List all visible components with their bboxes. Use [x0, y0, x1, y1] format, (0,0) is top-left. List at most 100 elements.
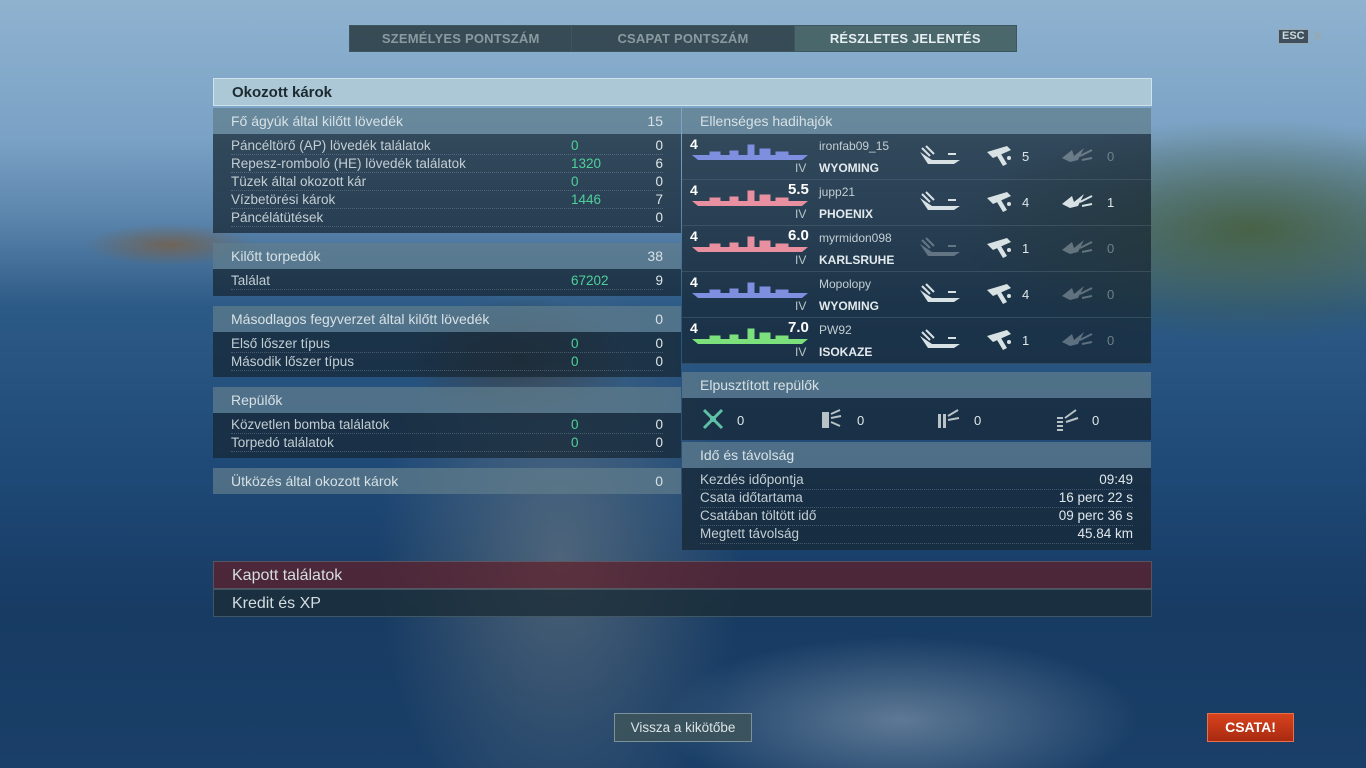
plane-count: 0	[974, 413, 982, 428]
enemy-ship-row: 4 6.0 IV myrmidon098 KARLSRUHE 1 0	[682, 226, 1151, 272]
stat-label: Első lőszer típus	[231, 336, 331, 351]
ramming-total: 0	[655, 473, 663, 489]
time-label: Megtett távolság	[700, 526, 800, 541]
stat-label: Páncéltörő (AP) lövedék találatok	[231, 138, 431, 153]
main-guns-body: Páncéltörő (AP) lövedék találatok 0 0 Repe…	[213, 134, 681, 233]
received-hits-bar[interactable]: Kapott találatok	[213, 561, 1152, 589]
ship-silhouette-icon	[692, 144, 808, 160]
aircraft-title: Repülők	[231, 392, 283, 408]
stat-damage: 1320	[571, 156, 602, 171]
ship-destroyed-count: 1	[1107, 195, 1115, 210]
stat-label: Közvetlen bomba találatok	[231, 417, 390, 432]
stat-hits: 0	[655, 435, 663, 450]
planes-destroyed-body: 0 0 0 0	[682, 398, 1151, 440]
stat-label: Tüzek által okozott kár	[231, 174, 367, 189]
enemy-ship-row: 4 IV ironfab09_15 WYOMING 5 0	[682, 134, 1151, 180]
tab-team-score[interactable]: CSAPAT PONTSZÁM	[572, 26, 795, 51]
time-distance-body: Kezdés időpontja 09:49 Csata időtartama 16…	[682, 468, 1151, 550]
plane-count: 0	[857, 413, 865, 428]
torpedo-bomber-icon	[818, 406, 844, 437]
esc-close-button[interactable]: ESC ✕	[1278, 29, 1324, 44]
battle-button[interactable]: CSATA!	[1207, 713, 1294, 742]
time-label: Kezdés időpontja	[700, 472, 804, 487]
secondary-body: Első lőszer típus 0 0 Második lőszer típus…	[213, 332, 681, 377]
player-name: ironfab09_15	[819, 139, 890, 153]
secondary-header: Másodlagos fegyverzet által kilőtt löved…	[213, 306, 681, 332]
player-name: jupp21	[819, 185, 856, 199]
time-value: 45.84 km	[1077, 526, 1133, 541]
stat-row: Torpedó találatok 0 0	[231, 434, 663, 452]
tab-detailed-report[interactable]: RÉSZLETES JELENTÉS	[794, 26, 1016, 51]
stat-damage: 0	[571, 435, 579, 450]
ship-score: 5.5	[788, 181, 809, 198]
ship-destroyed-icon	[1060, 236, 1094, 265]
time-row: Kezdés időpontja 09:49	[700, 472, 1133, 490]
enemy-ship-row: 4 5.5 IV jupp21 PHOENIX 4 1	[682, 180, 1151, 226]
stat-row: Első lőszer típus 0 0	[231, 335, 663, 353]
ship-name: KARLSRUHE	[819, 253, 895, 267]
dive-bomber-icon	[935, 406, 961, 437]
torpedo-hit-count: 4	[1022, 195, 1030, 210]
stat-label: Torpedó találatok	[231, 435, 334, 450]
enemy-ships-title: Ellenséges hadihajók	[700, 113, 833, 129]
stat-label: Vízbetörési károk	[231, 192, 336, 207]
stat-damage: 0	[571, 354, 579, 369]
close-icon: ✕	[1311, 28, 1325, 45]
damage-dealt-panel: Okozott károk	[213, 78, 1152, 106]
torpedo-hit-icon	[985, 328, 1015, 357]
torpedoes-total: 38	[647, 248, 663, 264]
secondary-total: 0	[655, 311, 663, 327]
torpedo-hit-icon	[985, 236, 1015, 265]
ship-name: ISOKAZE	[819, 345, 873, 359]
torpedo-hit-icon	[985, 190, 1015, 219]
tab-personal-score[interactable]: SZEMÉLYES PONTSZÁM	[350, 26, 573, 51]
damage-right-column: Ellenséges hadihajók 4 IV ironfab09_15 WYOM…	[682, 108, 1151, 550]
ship-tier-roman: IV	[795, 207, 807, 221]
stat-row: Vízbetörési károk 1446 7	[231, 191, 663, 209]
ship-score: 7.0	[788, 319, 809, 336]
ship-damaged-icon	[918, 236, 964, 263]
ship-tier: 4	[690, 320, 698, 336]
stat-row: Találat 67202 9	[231, 272, 663, 290]
time-distance-title: Idő és távolság	[700, 447, 795, 463]
ship-damaged-icon	[918, 190, 964, 217]
stat-label: Páncélátütések	[231, 210, 324, 225]
ship-destroyed-icon	[1060, 282, 1094, 311]
stat-damage: 0	[571, 417, 579, 432]
torpedo-hit-icon	[985, 144, 1015, 173]
ship-tier-roman: IV	[795, 299, 807, 313]
ship-tier: 4	[690, 228, 698, 244]
time-value: 16 perc 22 s	[1058, 490, 1133, 505]
ship-damaged-icon	[918, 328, 964, 355]
plane-count: 0	[737, 413, 745, 428]
ship-tier-roman: IV	[795, 345, 807, 359]
main-guns-total: 15	[647, 113, 663, 129]
ship-score: 6.0	[788, 227, 809, 244]
time-row: Csatában töltött idő 09 perc 36 s	[700, 508, 1133, 526]
enemy-ship-list: 4 IV ironfab09_15 WYOMING 5 0 4 5.5 IV jupp21 PHOE…	[682, 134, 1151, 364]
ship-tier-roman: IV	[795, 161, 807, 175]
ship-destroyed-count: 0	[1107, 149, 1115, 164]
return-to-port-button[interactable]: Vissza a kikötőbe	[614, 713, 752, 742]
ship-damaged-icon	[918, 144, 964, 171]
stat-hits: 0	[655, 138, 663, 153]
ramming-title: Ütközés által okozott károk	[231, 473, 399, 489]
stat-row: Közvetlen bomba találatok 0 0	[231, 416, 663, 434]
ship-destroyed-icon	[1060, 328, 1094, 357]
aircraft-body: Közvetlen bomba találatok 0 0 Torpedó talá…	[213, 413, 681, 458]
esc-key-label: ESC	[1278, 29, 1309, 44]
ship-tier: 4	[690, 182, 698, 198]
ship-tier-roman: IV	[795, 253, 807, 267]
ship-damaged-icon	[918, 282, 964, 309]
torpedo-hit-icon	[985, 282, 1015, 311]
ship-name: PHOENIX	[819, 207, 874, 221]
torpedo-hit-count: 5	[1022, 149, 1030, 164]
fighter-icon	[700, 406, 726, 437]
ship-tier: 4	[690, 274, 698, 290]
stat-label: Találat	[231, 273, 271, 288]
stat-row: Tüzek által okozott kár 0 0	[231, 173, 663, 191]
time-distance-header: Idő és távolság	[682, 442, 1151, 468]
stat-row: Repesz-romboló (HE) lövedék találatok 132…	[231, 155, 663, 173]
credit-xp-bar[interactable]: Kredit és XP	[213, 589, 1152, 617]
ramming-header: Ütközés által okozott károk 0	[213, 468, 681, 494]
